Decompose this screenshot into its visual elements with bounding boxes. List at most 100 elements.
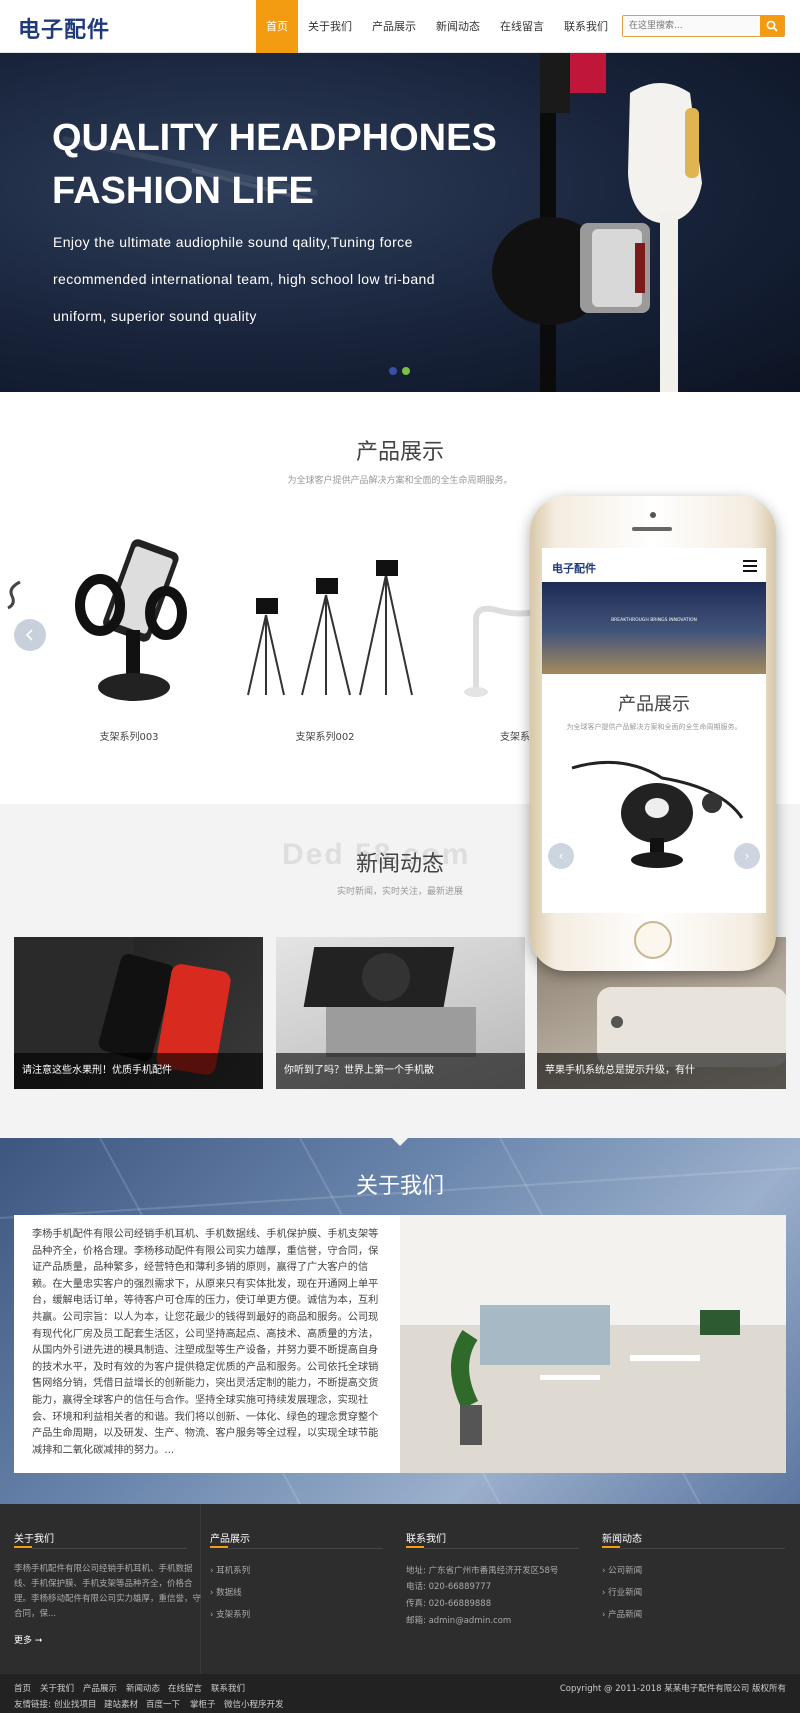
phone-products-subtitle: 为全球客户提供产品解决方案和全面的全生命周期服务。 <box>566 723 742 731</box>
slider-dot-1[interactable] <box>389 367 397 375</box>
footer-title-bar <box>406 1546 424 1548</box>
footer-about-text-2: 线、手机保护膜、手机支架等品种齐全，价格合 <box>14 1579 193 1589</box>
products-prev-arrow[interactable] <box>14 619 46 651</box>
bottom-link-news[interactable]: 新闻动态 <box>126 1682 160 1694</box>
product-name-2[interactable]: 支架系列002 <box>230 728 420 743</box>
friend-link-3[interactable]: 百度一下 <box>146 1698 180 1710</box>
menu-icon[interactable] <box>743 560 757 572</box>
nav-products[interactable]: 产品展示 <box>362 0 426 53</box>
partial-product-image <box>7 580 21 610</box>
news-caption-3: 苹果手机系统总是提示升级，有什 <box>537 1053 786 1089</box>
footer-products-title: 产品展示 <box>210 1534 250 1545</box>
product-name-1[interactable]: 支架系列003 <box>34 728 224 743</box>
search-input[interactable] <box>623 16 760 36</box>
footer-title-bar <box>210 1546 228 1548</box>
site-header: 电子配件 首页 关于我们 产品展示 新闻动态 在线留言 联系我们 <box>0 0 800 53</box>
banner-desc-line3: uniform, superior sound quality <box>53 308 257 324</box>
footer-contact-title: 联系我们 <box>406 1534 446 1545</box>
bottom-link-contact[interactable]: 联系我们 <box>211 1682 245 1694</box>
banner-title-line2: FASHION LIFE <box>52 170 314 212</box>
footer-contact-phone: 电话: 020-66889777 <box>406 1582 492 1592</box>
earphones-image <box>492 53 702 392</box>
phone-camera <box>650 512 656 518</box>
news-card-2[interactable]: 你听到了吗？世界上第一个手机散 <box>276 937 525 1089</box>
footer-product-link-3[interactable]: › 支架系列 <box>210 1608 250 1620</box>
news-caption-1: 请注意这些水果刑！优质手机配件 <box>14 1053 263 1089</box>
footer-news-link-1[interactable]: › 公司新闻 <box>602 1564 642 1576</box>
nav-message[interactable]: 在线留言 <box>490 0 554 53</box>
search-button[interactable] <box>760 16 784 36</box>
footer-title-line <box>620 1548 785 1549</box>
phone-product-image <box>571 760 744 868</box>
hero-banner: QUALITY HEADPHONES FASHION LIFE Enjoy th… <box>0 53 800 392</box>
footer-title-line <box>228 1548 383 1549</box>
bottom-link-message[interactable]: 在线留言 <box>168 1682 202 1694</box>
phone-prev-arrow[interactable]: ‹ <box>548 843 574 869</box>
footer-title-bar <box>14 1546 32 1548</box>
nav-about[interactable]: 关于我们 <box>298 0 362 53</box>
main-nav: 首页 关于我们 产品展示 新闻动态 在线留言 联系我们 <box>256 0 618 53</box>
friend-link-5[interactable]: 微信小程序开发 <box>224 1698 284 1710</box>
bottom-link-about[interactable]: 关于我们 <box>40 1682 74 1694</box>
footer-title-line <box>32 1548 187 1549</box>
banner-desc-line1: Enjoy the ultimate audiophile sound qali… <box>53 234 413 250</box>
footer-news-link-3[interactable]: › 产品新闻 <box>602 1608 642 1620</box>
footer-product-link-2[interactable]: › 数据线 <box>210 1586 242 1598</box>
friend-links-label: 友情链接: <box>14 1700 51 1710</box>
footer-contact-email: 邮箱: admin@admin.com <box>406 1616 512 1626</box>
footer-title-line <box>424 1548 579 1549</box>
footer-news-link-2[interactable]: › 行业新闻 <box>602 1586 642 1598</box>
phone-banner-text: BREAKTHROUGH BRINGS INNOVATION <box>611 618 697 623</box>
phone-next-arrow[interactable]: › <box>734 843 760 869</box>
footer-news-title: 新闻动态 <box>602 1534 642 1545</box>
about-text: 李杨手机配件有限公司经销手机耳机、手机数据线、手机保护膜、手机支架等品种齐全，价… <box>32 1229 379 1456</box>
friend-link-1[interactable]: 创业找项目 <box>54 1698 97 1710</box>
product-image-2 <box>247 560 413 696</box>
footer-product-link-1[interactable]: › 耳机系列 <box>210 1564 250 1576</box>
phone-screen: 电子配件 BREAKTHROUGH BRINGS INNOVATION 产品展示… <box>542 548 766 913</box>
nav-home[interactable]: 首页 <box>256 0 298 53</box>
footer-product-link-label: 数据线 <box>216 1588 242 1598</box>
site-logo[interactable]: 电子配件 <box>18 12 110 44</box>
phone-speaker <box>632 527 672 531</box>
nav-contact[interactable]: 联系我们 <box>554 0 618 53</box>
banner-title-line1: QUALITY HEADPHONES <box>52 117 497 159</box>
about-title: 关于我们 <box>355 1174 444 1199</box>
nav-news[interactable]: 新闻动态 <box>426 0 490 53</box>
site-footer <box>0 1504 800 1674</box>
phone-home-button <box>634 921 672 959</box>
footer-contact-address: 地址: 广东省广州市番禺经济开发区58号 <box>406 1566 559 1576</box>
news-card-1[interactable]: 请注意这些水果刑！优质手机配件 <box>14 937 263 1089</box>
footer-news-link-label: 行业新闻 <box>608 1588 643 1598</box>
footer-about-text-3: 理。李杨移动配件有限公司实力雄厚，重信誉，守 <box>14 1594 202 1604</box>
footer-about-text-1: 李杨手机配件有限公司经销手机耳机、手机数据 <box>14 1564 193 1574</box>
phone-banner: BREAKTHROUGH BRINGS INNOVATION <box>542 582 766 674</box>
copyright: Copyright @ 2011-2018 某某电子配件有限公司 版权所有 <box>559 1684 786 1694</box>
friend-link-4[interactable]: 掌柜子 <box>190 1698 216 1710</box>
footer-contact-fax: 传真: 020-66889888 <box>406 1599 492 1609</box>
footer-news-link-label: 公司新闻 <box>608 1566 643 1576</box>
footer-about-text-4: 合同，保... <box>14 1609 57 1619</box>
phone-products-title: 产品展示 <box>618 694 690 715</box>
slider-dot-2[interactable] <box>402 367 410 375</box>
search-box <box>622 15 785 37</box>
products-title: 产品展示 <box>355 440 444 465</box>
news-caption-2: 你听到了吗？世界上第一个手机散 <box>276 1053 525 1089</box>
about-text-box: 李杨手机配件有限公司经销手机耳机、手机数据线、手机保护膜、手机支架等品种齐全，价… <box>14 1215 400 1473</box>
product-name-3[interactable]: 支架系 <box>420 728 530 743</box>
footer-product-link-label: 支架系列 <box>216 1610 251 1620</box>
products-subtitle: 为全球客户提供产品解决方案和全面的全生命周期服务。 <box>287 476 513 486</box>
banner-desc-line2: recommended international team, high sch… <box>53 271 435 287</box>
office-image <box>400 1215 786 1473</box>
bottom-link-products[interactable]: 产品展示 <box>83 1682 117 1694</box>
footer-more-link[interactable]: 更多 ➞ <box>14 1633 42 1646</box>
product-image-1 <box>75 539 187 701</box>
friend-link-2[interactable]: 建站素材 <box>104 1698 138 1710</box>
phone-logo: 电子配件 <box>552 562 596 575</box>
footer-about-title: 关于我们 <box>14 1534 54 1545</box>
footer-divider <box>200 1504 201 1674</box>
footer-news-link-label: 产品新闻 <box>608 1610 643 1620</box>
bottom-link-home[interactable]: 首页 <box>14 1682 31 1694</box>
footer-product-link-label: 耳机系列 <box>216 1566 251 1576</box>
footer-title-bar <box>602 1546 620 1548</box>
